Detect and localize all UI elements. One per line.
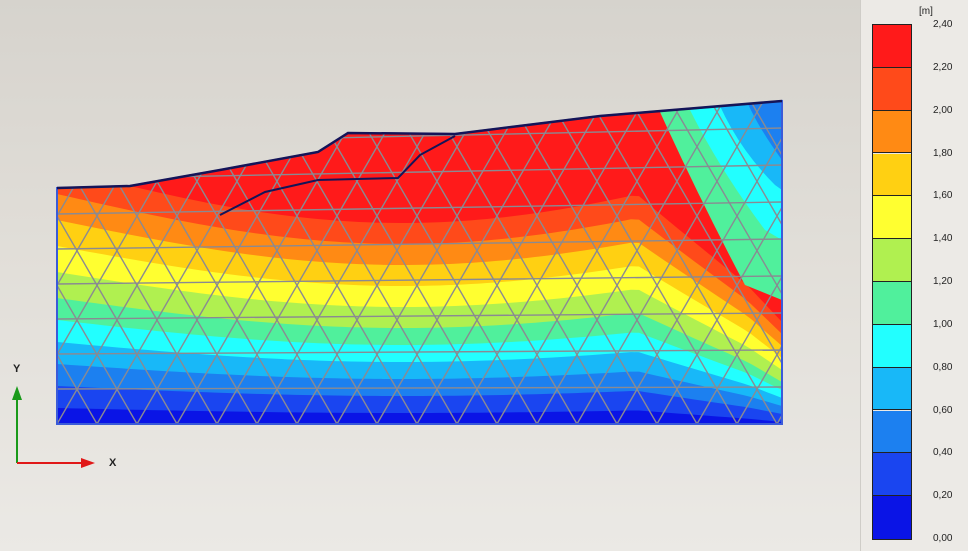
legend-tick: 0,60 — [933, 404, 953, 416]
legend-swatch — [873, 410, 911, 454]
legend-tick: 2,00 — [933, 104, 953, 116]
legend-tick: 2,20 — [933, 61, 953, 73]
legend-tick: 1,40 — [933, 233, 953, 245]
legend-tick: 1,80 — [933, 147, 953, 159]
legend-tick: 1,00 — [933, 318, 953, 330]
mesh-edge — [817, 44, 860, 424]
legend-tick: 0,80 — [933, 361, 953, 373]
y-axis-label: Y — [13, 363, 21, 375]
x-axis-arrow-icon — [81, 458, 95, 468]
mesh-edge — [776, 101, 782, 424]
x-axis-label: X — [109, 457, 117, 469]
legend-tick: 0,40 — [933, 447, 953, 459]
legend-swatch — [873, 196, 911, 240]
color-legend: [m] 2,40 2,20 2,00 1,80 1,60 1,40 1,20 1… — [860, 0, 968, 551]
legend-tick: 0,00 — [933, 533, 953, 544]
legend-swatch — [873, 110, 911, 154]
legend-swatch — [873, 367, 911, 411]
legend-swatch — [873, 453, 911, 497]
mesh-edge — [57, 101, 58, 424]
legend-swatch — [873, 496, 911, 539]
mesh-edge — [57, 54, 782, 74]
legend-swatch — [873, 153, 911, 197]
legend-color-bar — [872, 24, 912, 540]
legend-swatch — [873, 25, 911, 68]
y-axis-arrow-icon — [12, 386, 22, 400]
legend-tick: 2,40 — [933, 19, 953, 30]
legend-swatch — [873, 324, 911, 368]
legend-swatch — [873, 282, 911, 325]
mesh-edge — [57, 101, 782, 110]
mesh-edge — [798, 44, 860, 424]
legend-tick: 1,20 — [933, 276, 953, 287]
legend-swatch — [873, 67, 911, 111]
legend-unit: [m] — [919, 6, 933, 17]
model-viewport[interactable]: Y X — [0, 0, 860, 551]
contour-plot — [12, 44, 860, 468]
legend-tick: 1,60 — [933, 190, 953, 202]
mesh-edge — [838, 44, 860, 424]
legend-tick: 0,20 — [933, 490, 953, 502]
legend-swatch — [873, 239, 911, 282]
